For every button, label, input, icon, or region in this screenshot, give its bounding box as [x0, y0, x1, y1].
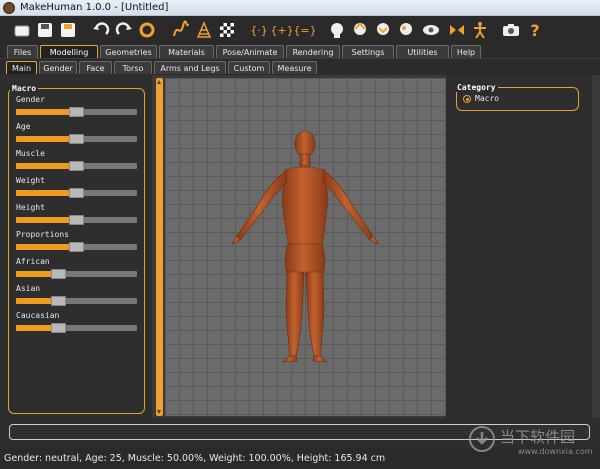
subtab-arms-and-legs[interactable]: Arms and Legs [154, 61, 226, 74]
sub-tab-bar: Main Gender Face Torso Arms and Legs Cus… [0, 59, 600, 75]
subtab-main[interactable]: Main [6, 61, 37, 74]
asian-slider[interactable] [16, 296, 137, 306]
export-icon[interactable] [57, 19, 79, 41]
subtab-measure[interactable]: Measure [272, 61, 317, 74]
tab-files[interactable]: Files [7, 45, 38, 58]
left-panel: Macro Gender Age Muscle Weight Height Pr… [0, 75, 152, 418]
age-slider-handle[interactable] [69, 134, 84, 144]
main-tab-bar: Files Modelling Geometries Materials Pos… [0, 44, 600, 58]
head-top-icon[interactable] [372, 19, 394, 41]
head-front-icon[interactable] [326, 19, 348, 41]
weight-slider-handle[interactable] [69, 188, 84, 198]
scroll-up-icon[interactable] [157, 80, 161, 84]
slider-label-asian: Asian [16, 284, 41, 293]
human-model[interactable] [165, 78, 446, 416]
subtab-gender[interactable]: Gender [39, 61, 77, 74]
tab-utilities[interactable]: Utilities [396, 45, 449, 58]
title-bar: MakeHuman 1.0.0 - [Untitled] [0, 0, 600, 16]
redo-icon[interactable] [113, 19, 135, 41]
gender-slider[interactable] [16, 107, 137, 117]
svg-text:{·}: {·} [250, 24, 268, 37]
side-view-icon[interactable]: {+} [271, 19, 293, 41]
background-icon[interactable] [216, 19, 238, 41]
asian-slider-handle[interactable] [51, 296, 66, 306]
bottom-bar [0, 418, 600, 448]
app-icon [3, 2, 15, 14]
muscle-slider-handle[interactable] [69, 161, 84, 171]
macro-radio[interactable] [463, 95, 471, 103]
head-side-icon[interactable] [349, 19, 371, 41]
wireframe-icon[interactable] [193, 19, 215, 41]
screenshot-icon[interactable] [500, 19, 522, 41]
subtab-custom[interactable]: Custom [228, 61, 270, 74]
height-slider[interactable] [16, 215, 137, 225]
age-slider-fill [16, 136, 77, 142]
right-panel: Category Macro [446, 75, 592, 418]
3d-viewport[interactable] [165, 78, 446, 416]
weight-slider-fill [16, 190, 77, 196]
eye-icon[interactable] [420, 19, 442, 41]
macro-radio-label[interactable]: Macro [475, 94, 499, 103]
reset-icon[interactable] [136, 19, 158, 41]
pose-icon[interactable] [446, 19, 468, 41]
skeleton-icon[interactable] [469, 19, 491, 41]
age-slider[interactable] [16, 134, 137, 144]
undo-icon[interactable] [90, 19, 112, 41]
save-icon[interactable] [34, 19, 56, 41]
gender-slider-fill [16, 109, 77, 115]
proportions-slider-fill [16, 244, 77, 250]
caucasian-slider-handle[interactable] [51, 323, 66, 333]
tab-geometries[interactable]: Geometries [100, 45, 157, 58]
caucasian-slider[interactable] [16, 323, 137, 333]
slider-label-caucasian: Caucasian [16, 311, 60, 320]
scroll-down-icon[interactable] [157, 410, 161, 414]
top-view-icon[interactable]: {=} [294, 19, 316, 41]
tab-materials[interactable]: Materials [159, 45, 214, 58]
new-file-icon[interactable] [11, 19, 33, 41]
tab-pose-animate[interactable]: Pose/Animate [216, 45, 284, 58]
proportions-slider[interactable] [16, 242, 137, 252]
front-view-icon[interactable]: {·} [248, 19, 270, 41]
slider-label-gender: Gender [16, 95, 45, 104]
progress-bar [9, 424, 590, 440]
slider-label-muscle: Muscle [16, 149, 45, 158]
african-slider[interactable] [16, 269, 137, 279]
category-title: Category [455, 83, 498, 92]
subtab-torso[interactable]: Torso [114, 61, 152, 74]
help-icon[interactable]: ? [524, 19, 546, 41]
tab-help[interactable]: Help [451, 45, 481, 58]
weight-slider[interactable] [16, 188, 137, 198]
height-slider-fill [16, 217, 77, 223]
muscle-slider[interactable] [16, 161, 137, 171]
svg-text:{=}: {=} [295, 24, 315, 37]
slider-label-african: African [16, 257, 50, 266]
svg-text:{+}: {+} [272, 24, 292, 37]
svg-text:?: ? [530, 21, 539, 40]
tab-rendering[interactable]: Rendering [286, 45, 340, 58]
height-slider-handle[interactable] [69, 215, 84, 225]
window-title: MakeHuman 1.0.0 - [Untitled] [20, 2, 169, 13]
status-text: Gender: neutral, Age: 25, Muscle: 50.00%… [4, 453, 386, 464]
smooth-icon[interactable] [170, 19, 192, 41]
african-slider-handle[interactable] [51, 269, 66, 279]
tab-modelling[interactable]: Modelling [40, 45, 98, 58]
slider-label-proportions: Proportions [16, 230, 69, 239]
slider-label-weight: Weight [16, 176, 45, 185]
gender-slider-handle[interactable] [69, 107, 84, 117]
status-bar: Gender: neutral, Age: 25, Muscle: 50.00%… [0, 448, 600, 469]
head-profile-icon[interactable] [395, 19, 417, 41]
toolbar: {·} {+} {=} ? [0, 16, 600, 44]
proportions-slider-handle[interactable] [69, 242, 84, 252]
macro-title: Macro [10, 84, 39, 93]
subtab-face[interactable]: Face [79, 61, 112, 74]
slider-label-age: Age [16, 122, 31, 131]
tab-settings[interactable]: Settings [342, 45, 394, 58]
muscle-slider-fill [16, 163, 77, 169]
slider-label-height: Height [16, 203, 45, 212]
left-scrollbar[interactable] [156, 78, 163, 416]
